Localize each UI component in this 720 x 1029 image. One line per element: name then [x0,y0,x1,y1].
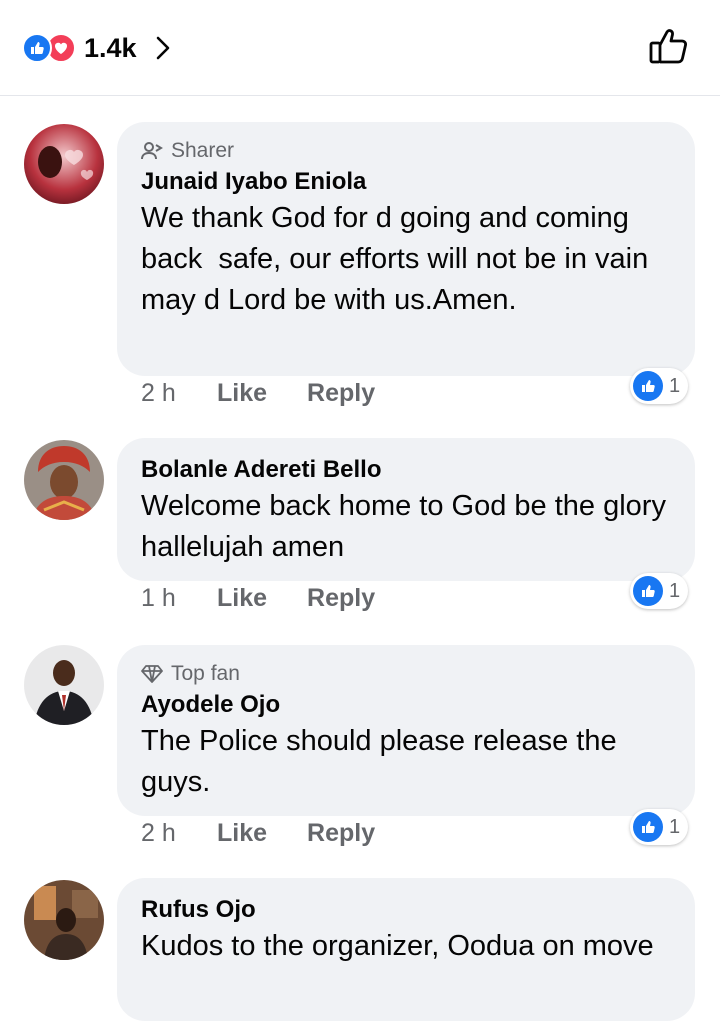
comment-text: We thank God for d going and coming back… [141,202,657,316]
comment-time[interactable]: 1 h [141,584,217,613]
comment-bubble: Top fan Ayodele Ojo The Police should pl… [117,645,695,816]
comment-reaction-count: 1 [669,579,681,602]
top-fan-badge: Top fan [141,659,671,689]
like-icon [633,812,663,842]
comment-author[interactable]: Junaid Iyabo Eniola [141,166,671,198]
avatar[interactable] [24,880,104,960]
reaction-summary[interactable]: 1.4k [22,28,171,68]
avatar[interactable] [24,124,104,204]
comment-reaction-count: 1 [669,374,681,397]
comment-text: Welcome back home to God be the glory ha… [141,490,675,563]
comment-time[interactable]: 2 h [141,379,217,408]
comment-bubble: Rufus Ojo Kudos to the organizer, Oodua … [117,878,695,1021]
like-icon [633,576,663,606]
reactions-header: 1.4k [0,0,720,96]
like-button[interactable]: Like [217,584,267,613]
comment-text: The Police should please release the guy… [141,725,625,798]
reply-button[interactable]: Reply [307,819,375,848]
reply-button[interactable]: Reply [307,584,375,613]
comment-text: Kudos to the organizer, Oodua on move [141,930,654,962]
avatar[interactable] [24,645,104,725]
comment-author[interactable]: Rufus Ojo [141,894,671,926]
sharer-badge: Sharer [141,136,671,166]
comment-author[interactable]: Ayodele Ojo [141,689,671,721]
like-button[interactable]: Like [217,819,267,848]
comment-actions: 2 h Like Reply [141,379,415,408]
comment-reactions[interactable]: 1 [630,368,689,404]
comment-reactions[interactable]: 1 [630,809,689,845]
diamond-icon [141,665,163,683]
thumbs-up-outline-icon[interactable] [648,26,690,71]
reaction-count: 1.4k [84,32,137,63]
comment-reactions[interactable]: 1 [630,573,689,609]
comment-author[interactable]: Bolanle Adereti Bello [141,454,671,486]
like-icon [22,33,52,63]
sharer-icon [141,142,163,160]
chevron-right-icon [155,35,171,61]
comment-reaction-count: 1 [669,815,681,838]
reply-button[interactable]: Reply [307,379,375,408]
comment-actions: 1 h Like Reply [141,584,415,613]
badge-label: Top fan [171,662,240,685]
comment-bubble: Sharer Junaid Iyabo Eniola We thank God … [117,122,695,376]
comment-time[interactable]: 2 h [141,819,217,848]
comment-actions: 2 h Like Reply [141,819,415,848]
avatar[interactable] [24,440,104,520]
like-icon [633,371,663,401]
comment-bubble: Bolanle Adereti Bello Welcome back home … [117,438,695,581]
like-button[interactable]: Like [217,379,267,408]
badge-label: Sharer [171,139,235,162]
